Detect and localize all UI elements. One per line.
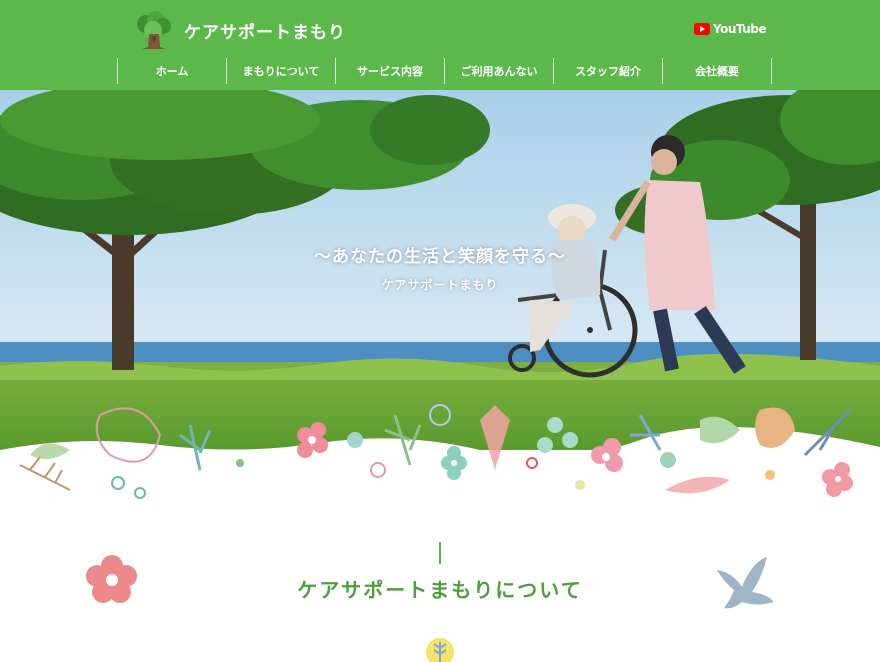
- nav-item-company[interactable]: 会社概要: [663, 58, 772, 84]
- nav-item-staff[interactable]: スタッフ紹介: [554, 58, 663, 84]
- youtube-icon: [694, 23, 710, 35]
- youtube-link[interactable]: YouTube: [694, 22, 767, 36]
- nav-item-services[interactable]: サービス内容: [336, 58, 445, 84]
- global-nav: ホーム まもりについて サービス内容 ご利用あんない スタッフ紹介 会社概要: [117, 58, 772, 84]
- hero-name: ケアサポートまもり: [381, 278, 499, 292]
- site-title[interactable]: ケアサポートまもり: [184, 18, 346, 43]
- site-header: ケアサポートまもり YouTube ホーム まもりについて サービス内容 ご利用…: [0, 0, 880, 90]
- section-divider-line: [439, 542, 441, 564]
- tree-logo-icon[interactable]: [134, 10, 174, 50]
- bird-icon: [717, 557, 774, 609]
- hero-catch: 〜あなたの生活と笑顔を守る〜: [314, 247, 566, 267]
- nav-item-home[interactable]: ホーム: [118, 58, 227, 84]
- nav-item-about[interactable]: まもりについて: [227, 58, 336, 84]
- floral-divider: [0, 404, 880, 515]
- nav-item-guide[interactable]: ご利用あんない: [445, 58, 554, 84]
- leaf-circle-icon: [426, 638, 454, 662]
- youtube-label: YouTube: [713, 22, 767, 36]
